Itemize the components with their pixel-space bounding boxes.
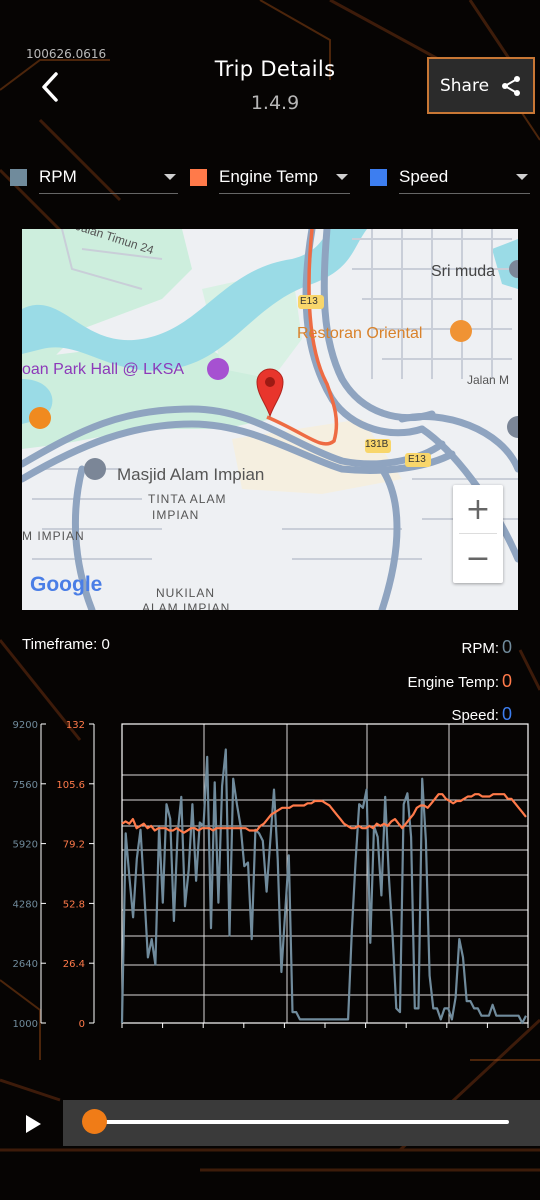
- chevron-down-icon: [164, 174, 176, 180]
- rpm-color-swatch: [10, 168, 27, 186]
- build-id: 100626.0616: [26, 47, 107, 61]
- temp-axis-tick-label: 52.8: [63, 899, 85, 910]
- map-label: NUKILAN: [156, 586, 216, 600]
- map-label: E13: [408, 454, 426, 465]
- temp-axis-tick-label: 79.2: [63, 840, 85, 851]
- rpm-axis-tick-label: 5920: [13, 840, 38, 851]
- map-label: IMPIAN: [152, 508, 200, 522]
- timeframe-label: Timeframe:: [22, 636, 98, 653]
- app-version: 1.4.9: [250, 92, 300, 114]
- map-label: Sri muda: [431, 263, 496, 280]
- engine-temp-readout: Engine Temp: 0: [408, 671, 512, 692]
- engine-temp-color-swatch: [190, 168, 207, 186]
- zoom-in-button[interactable]: +: [453, 485, 503, 534]
- temp-axis-tick-label: 132: [66, 720, 85, 731]
- engine-temp-selector-label: Engine Temp: [219, 166, 318, 186]
- timeline-slider-handle[interactable]: [82, 1109, 107, 1134]
- chevron-down-icon: [516, 174, 528, 180]
- map-label: Restoran Oriental: [297, 325, 423, 342]
- rpm-axis-tick-label: 1000: [13, 1019, 38, 1030]
- speed-selector[interactable]: Speed: [370, 160, 530, 194]
- rpm-series-line: [120, 748, 527, 1025]
- play-icon: [26, 1115, 41, 1133]
- engine-temp-selector[interactable]: Engine Temp: [190, 160, 350, 194]
- page-title: Trip Details: [214, 57, 336, 81]
- temp-axis-tick-label: 26.4: [63, 959, 85, 970]
- rpm-selector-label: RPM: [39, 166, 77, 186]
- rpm-axis-tick-label: 7560: [13, 780, 38, 791]
- chevron-left-icon: [42, 72, 58, 102]
- zoom-controls: + −: [453, 485, 503, 583]
- rpm-selector[interactable]: RPM: [10, 160, 178, 194]
- map-label: Masjid Alam Impian: [117, 465, 265, 484]
- map-label: oan Park Hall @ LKSA: [22, 361, 185, 378]
- map-label: 131B: [365, 439, 389, 450]
- map-marker-icon[interactable]: [255, 366, 285, 418]
- rpm-axis-tick-label: 9200: [13, 720, 38, 731]
- engine-temp-readout-label: Engine Temp:: [407, 674, 499, 691]
- rpm-readout-label: RPM:: [461, 640, 499, 657]
- trip-chart[interactable]: 9200 7560 5920 4280 2640 1000 132 105.6 79.2 52.8…: [0, 700, 540, 1040]
- speed-color-swatch: [370, 168, 387, 186]
- map-base: [22, 229, 518, 610]
- google-logo: Google: [30, 573, 103, 596]
- rpm-axis-tick-label: 2640: [13, 959, 38, 970]
- map-label: ALAM IMPIAN: [142, 601, 231, 610]
- temp-axis-tick-label: 0: [79, 1019, 85, 1030]
- share-label: Share: [439, 75, 490, 96]
- chevron-down-icon: [336, 174, 348, 180]
- timeline-rail: [95, 1120, 509, 1124]
- timeframe-value: 0: [101, 636, 110, 653]
- rpm-axis-tick-label: 4280: [13, 899, 38, 910]
- rpm-readout-value: 0: [501, 637, 512, 657]
- map-label: TINTA ALAM: [148, 492, 227, 506]
- rpm-readout: RPM: 0: [461, 637, 512, 658]
- speed-selector-label: Speed: [399, 166, 449, 186]
- share-icon: [502, 75, 521, 96]
- trip-map[interactable]: Jalan Timun 24 Sri muda Restoran Orienta…: [22, 229, 518, 610]
- back-button[interactable]: [36, 70, 66, 104]
- timeframe-readout: Timeframe: 0: [22, 636, 110, 653]
- temp-axis-tick-label: 105.6: [56, 780, 85, 791]
- play-button[interactable]: [22, 1113, 44, 1135]
- map-label: Jalan M: [467, 373, 510, 387]
- map-label: E13: [300, 296, 318, 307]
- zoom-out-button[interactable]: −: [453, 534, 503, 583]
- share-button[interactable]: Share: [427, 57, 535, 114]
- map-label: M IMPIAN: [22, 529, 85, 543]
- engine-temp-readout-value: 0: [501, 671, 512, 691]
